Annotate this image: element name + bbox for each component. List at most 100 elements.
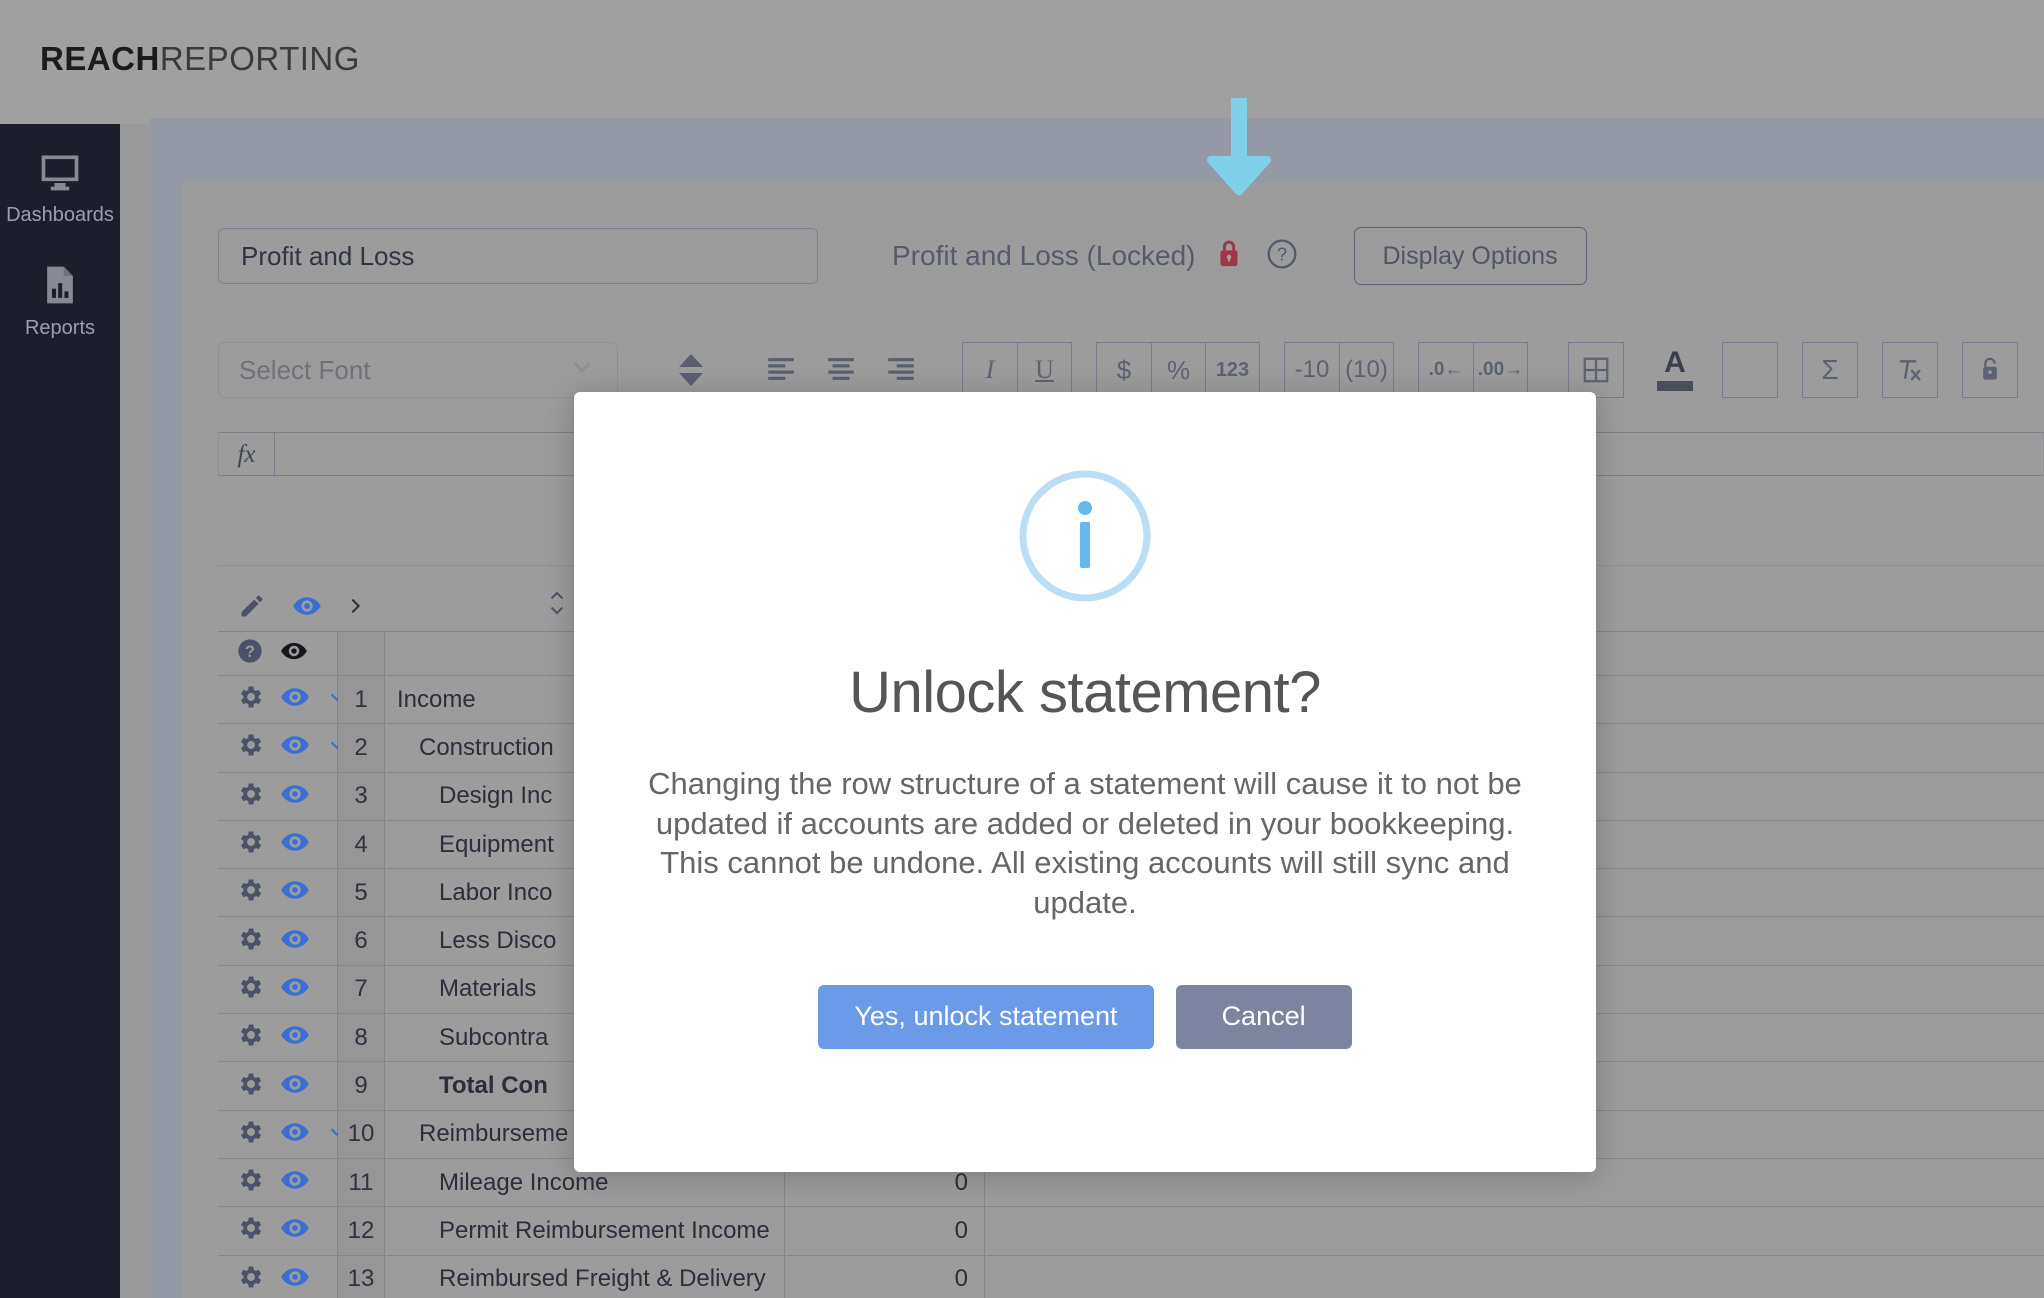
gear-icon[interactable]	[236, 1118, 264, 1151]
decimal-group: .0 ← .00 →	[1418, 342, 1528, 398]
gear-icon[interactable]	[236, 1021, 264, 1054]
info-circle-icon	[1019, 470, 1151, 607]
fill-color-group	[1722, 342, 1778, 398]
sidebar-item-reports-label: Reports	[24, 317, 96, 339]
sidebar-item-dashboards-label: Dashboards	[6, 204, 114, 226]
pencil-edit-icon[interactable]	[238, 592, 266, 620]
sum-button[interactable]: Σ	[1803, 343, 1857, 397]
row-value-cell[interactable]: 0	[785, 1207, 985, 1256]
fx-function-button[interactable]: fx	[219, 433, 275, 477]
font-size-stepper[interactable]	[652, 342, 730, 398]
decrease-decimal-button[interactable]: .0 ←	[1419, 343, 1473, 397]
app-logo: REACHREPORTING	[40, 40, 360, 78]
lock-toolbar-group	[1962, 342, 2018, 398]
statement-name-input[interactable]	[218, 228, 818, 284]
text-color-swatch	[1657, 380, 1693, 391]
row-number-cell: 13	[338, 1255, 385, 1298]
gear-icon[interactable]	[236, 973, 264, 1006]
italic-button[interactable]: I	[963, 343, 1017, 397]
eye-visible-icon[interactable]	[280, 1262, 310, 1297]
svg-text:?: ?	[1276, 244, 1286, 264]
stepper-down-icon[interactable]	[679, 373, 703, 386]
question-circle-icon[interactable]: ?	[236, 637, 264, 670]
gear-icon[interactable]	[236, 1263, 264, 1296]
logo-bold-text: REACH	[40, 40, 160, 77]
number-format-group: $ % 123	[1096, 342, 1260, 398]
gear-icon[interactable]	[236, 780, 264, 813]
negative-minus-button[interactable]: -10	[1285, 343, 1339, 397]
sum-group: Σ	[1802, 342, 1858, 398]
down-arrow-cyan	[1194, 98, 1284, 213]
row-filler-cell	[985, 1207, 2044, 1256]
gear-icon[interactable]	[236, 876, 264, 909]
stepper-up-icon[interactable]	[679, 354, 703, 367]
display-options-button[interactable]: Display Options	[1353, 227, 1587, 285]
text-color-letter: A	[1664, 346, 1686, 380]
eye-visible-icon[interactable]	[280, 1069, 310, 1104]
row-controls-cell	[218, 869, 338, 918]
number-format-button[interactable]: 123	[1205, 343, 1259, 397]
percent-format-button[interactable]: %	[1151, 343, 1205, 397]
align-left-icon[interactable]	[764, 351, 798, 390]
negative-parens-button[interactable]: (10)	[1339, 343, 1393, 397]
eye-visible-icon[interactable]	[280, 1020, 310, 1055]
row-number-cell: 7	[338, 965, 385, 1015]
gear-icon[interactable]	[236, 683, 264, 716]
eye-visible-icon[interactable]	[280, 730, 310, 765]
dashboard-monitor-icon	[0, 150, 120, 196]
sidebar: Dashboards Reports	[0, 124, 120, 1298]
font-select-dropdown[interactable]: Select Font	[218, 342, 618, 398]
chevron-right-icon[interactable]	[344, 593, 366, 619]
table-row[interactable]: 13 Reimbursed Freight & Delivery 0	[218, 1255, 2044, 1298]
gear-icon[interactable]	[236, 1214, 264, 1247]
gear-icon[interactable]	[236, 925, 264, 958]
row-number-cell: 12	[338, 1207, 385, 1256]
row-number-cell: 3	[338, 772, 385, 821]
eye-visible-icon[interactable]	[280, 1117, 310, 1152]
text-color-button[interactable]: A	[1648, 343, 1702, 397]
header-controls-cell: ?	[218, 632, 338, 676]
table-row[interactable]: 12 Permit Reimbursement Income 0	[218, 1207, 2044, 1256]
gear-icon[interactable]	[236, 1070, 264, 1103]
confirm-unlock-button[interactable]: Yes, unlock statement	[818, 984, 1154, 1049]
eye-visible-icon[interactable]	[292, 591, 322, 621]
row-label-cell[interactable]: Reimbursed Freight & Delivery	[385, 1255, 785, 1298]
align-right-icon[interactable]	[884, 351, 918, 390]
gear-icon[interactable]	[236, 731, 264, 764]
underline-button[interactable]: U	[1017, 343, 1071, 397]
formatting-toolbar: Select Font I U $ % 123 -10 (10) .0 ← .0…	[218, 342, 2044, 398]
eye-visible-icon[interactable]	[280, 827, 310, 862]
eye-visible-icon[interactable]	[280, 924, 310, 959]
sort-updown-icon[interactable]	[546, 586, 568, 625]
fill-color-swatch[interactable]	[1723, 343, 1777, 397]
currency-format-button[interactable]: $	[1097, 343, 1151, 397]
align-center-icon[interactable]	[824, 351, 858, 390]
row-value-cell[interactable]: 0	[785, 1255, 985, 1298]
row-label-cell[interactable]: Permit Reimbursement Income	[385, 1207, 785, 1256]
unlock-statement-modal: Unlock statement? Changing the row struc…	[574, 392, 1596, 1172]
eye-icon[interactable]	[280, 637, 308, 670]
eye-visible-icon[interactable]	[280, 875, 310, 910]
clear-formatting-icon[interactable]	[1883, 343, 1937, 397]
row-number-cell: 2	[338, 724, 385, 773]
borders-grid-icon[interactable]	[1569, 343, 1623, 397]
increase-decimal-button[interactable]: .00 →	[1473, 343, 1527, 397]
cancel-button[interactable]: Cancel	[1175, 984, 1352, 1049]
gear-icon[interactable]	[236, 828, 264, 861]
lock-toolbar-icon[interactable]	[1963, 343, 2017, 397]
eye-visible-icon[interactable]	[280, 779, 310, 814]
row-controls-cell	[218, 772, 338, 821]
row-controls-cell	[218, 1062, 338, 1111]
lock-closed-red-icon[interactable]	[1214, 237, 1244, 276]
eye-visible-icon[interactable]	[280, 1213, 310, 1248]
eye-visible-icon[interactable]	[280, 1165, 310, 1200]
top-bar: REACHREPORTING	[0, 0, 2044, 124]
question-circle-icon[interactable]: ?	[1266, 238, 1298, 275]
gear-icon[interactable]	[236, 1166, 264, 1199]
decrease-decimal-label: .0	[1428, 359, 1445, 380]
row-controls-cell	[218, 1207, 338, 1256]
sidebar-item-reports[interactable]: Reports	[0, 227, 120, 340]
eye-visible-icon[interactable]	[280, 682, 310, 717]
eye-visible-icon[interactable]	[280, 972, 310, 1007]
sidebar-item-dashboards[interactable]: Dashboards	[0, 124, 120, 227]
